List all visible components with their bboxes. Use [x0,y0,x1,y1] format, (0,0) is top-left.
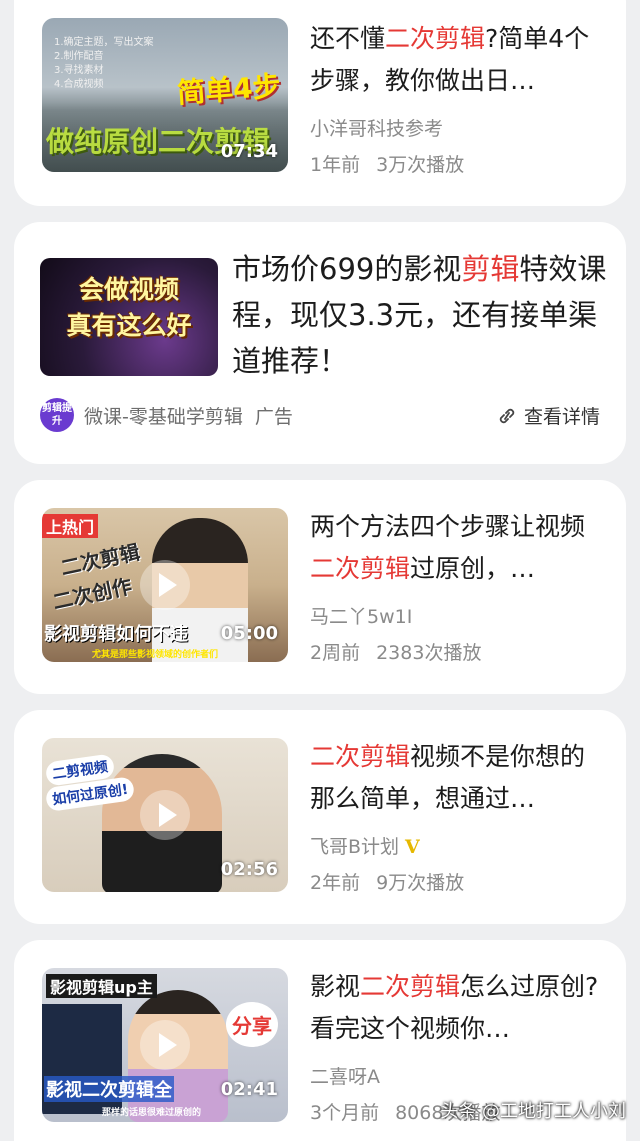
video-duration: 07:34 [220,141,278,162]
video-duration: 02:56 [220,859,278,880]
ad-tag: 广告 [254,406,293,428]
video-title[interactable]: 影视二次剪辑怎么过原创?看完这个视频你… [310,966,610,1050]
video-plays: 2383次播放 [376,642,482,664]
video-thumbnail[interactable]: 上热门 二次剪辑 二次创作 影视剪辑如何不违 尤其是那些影视领域的创作者们 05… [42,508,288,662]
link-icon [499,408,515,424]
ad-thumbnail-line-1: 会做视频 [78,275,179,304]
video-age: 2周前 [310,642,361,664]
video-plays: 9万次播放 [376,872,465,894]
ad-footer: 剪辑提升 微课-零基础学剪辑 广告 查看详情 [40,396,600,436]
thumbnail-banner: 影视剪辑如何不违 [44,624,188,645]
video-duration: 05:00 [220,623,278,644]
verified-badge-icon: V [405,836,420,858]
ad-card[interactable]: 会做视频 真有这么好 市场价699的影视剪辑特效课程，现仅3.3元，还有接单渠道… [14,222,626,464]
play-icon[interactable] [140,1020,190,1070]
thumbnail-corner-label: 上热门 [42,514,99,538]
video-author[interactable]: 马二丫5w1I [310,602,412,629]
play-icon[interactable] [140,560,190,610]
watermark: 头条 @工地打工人小刘 [440,1101,626,1122]
video-plays: 3万次播放 [376,154,465,176]
thumbnail-badge: 简单4步 [175,69,282,110]
ad-source[interactable]: 微课-零基础学剪辑 广告 [84,402,293,429]
video-age: 1年前 [310,154,361,176]
video-duration: 02:41 [220,1079,278,1100]
video-author[interactable]: 二喜呀A [310,1062,380,1089]
video-meta: 2周前 2383次播放 [310,638,481,665]
video-thumbnail[interactable]: 1.确定主题，写出文案 2.制作配音 3.寻找素材 4.合成视频 简单4步 做纯… [42,18,288,172]
thumbnail-subtitle: 那样的话思很难过原创的 [102,1108,202,1118]
video-card[interactable]: 上热门 二次剪辑 二次创作 影视剪辑如何不违 尤其是那些影视领域的创作者们 05… [14,480,626,694]
video-meta: 1年前 3万次播放 [310,150,464,177]
video-author[interactable]: 小洋哥科技参考 [310,114,443,141]
thumbnail-banner: 影视二次剪辑全 [44,1076,174,1102]
ad-thumbnail-line-2: 真有这么好 [66,311,192,340]
video-thumbnail[interactable]: 二剪视频 如何过原创! 02:56 [42,738,288,892]
video-title[interactable]: 二次剪辑视频不是你想的那么简单，想通过… [310,736,610,820]
ad-title[interactable]: 市场价699的影视剪辑特效课程，现仅3.3元，还有接单渠道推荐！ [232,246,612,384]
view-details-link[interactable]: 查看详情 [496,402,600,429]
thumbnail-side-text-1: 二次剪辑 [58,539,142,581]
video-age: 3个月前 [310,1102,380,1124]
thumbnail-top-label: 影视剪辑up主 [46,974,157,998]
play-icon[interactable] [140,790,190,840]
video-age: 2年前 [310,872,361,894]
video-meta: 2年前 9万次播放 [310,868,464,895]
video-card[interactable]: 1.确定主题，写出文案 2.制作配音 3.寻找素材 4.合成视频 简单4步 做纯… [14,0,626,206]
video-title[interactable]: 两个方法四个步骤让视频二次剪辑过原创，… [310,506,610,590]
thumbnail-subtitle: 尤其是那些影视领域的创作者们 [92,650,219,660]
thumbnail-steps: 1.确定主题，写出文案 2.制作配音 3.寻找素材 4.合成视频 [54,37,154,90]
video-card[interactable]: 二剪视频 如何过原创! 02:56 二次剪辑视频不是你想的那么简单，想通过… 飞… [14,710,626,924]
video-thumbnail[interactable]: 影视剪辑up主 分享 影视二次剪辑全 那样的话思很难过原创的 02:41 [42,968,288,1122]
video-author[interactable]: 飞哥B计划 V [310,832,420,859]
ad-logo[interactable]: 剪辑提升 [40,398,74,432]
thumbnail-bubble: 分享 [226,1002,278,1047]
ad-thumbnail[interactable]: 会做视频 真有这么好 [40,258,218,376]
video-title[interactable]: 还不懂二次剪辑?简单4个步骤，教你做出日… [310,18,610,102]
